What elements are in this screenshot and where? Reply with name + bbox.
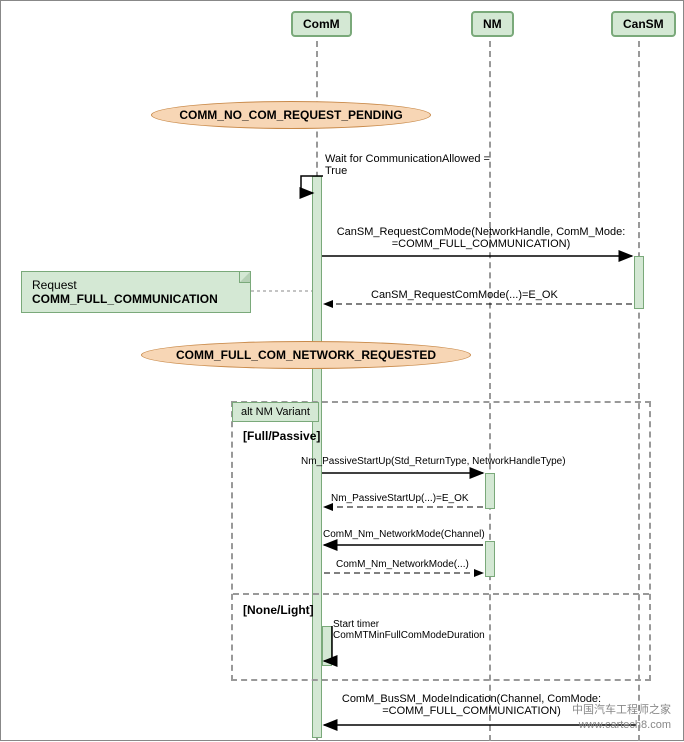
msg-req-mode: CanSM_RequestComMode(NetworkHandle, ComM… — [331, 226, 631, 250]
activation-cansm — [634, 256, 644, 309]
sequence-diagram: ComM NM CanSM COMM_NO_COM_REQUEST_PENDIN… — [0, 0, 684, 741]
participant-comm: ComM — [291, 11, 352, 37]
state-pending: COMM_NO_COM_REQUEST_PENDING — [151, 101, 431, 129]
msg-network-mode: ComM_Nm_NetworkMode(Channel) — [323, 529, 485, 540]
alt-title: alt NM Variant — [232, 402, 319, 422]
participant-nm: NM — [471, 11, 514, 37]
watermark-l2: www.cartech8.com — [572, 718, 671, 732]
msg-passive-startup: Nm_PassiveStartUp(Std_ReturnType, Networ… — [301, 456, 566, 467]
alt-separator — [233, 593, 649, 595]
note-line2: COMM_FULL_COMMUNICATION — [32, 292, 218, 306]
participant-cansm: CanSM — [611, 11, 676, 37]
note-line1: Request — [32, 278, 77, 292]
watermark: 中国汽车工程师之家 www.cartech8.com — [572, 703, 671, 732]
alt-guard-1: [Full/Passive] — [243, 429, 320, 443]
watermark-l1: 中国汽车工程师之家 — [572, 703, 671, 717]
note-request: Request COMM_FULL_COMMUNICATION — [21, 271, 251, 313]
msg-wait-label: Wait for CommunicationAllowed = True — [325, 153, 490, 177]
state-requested: COMM_FULL_COM_NETWORK_REQUESTED — [141, 341, 471, 369]
msg-network-mode-ret: ComM_Nm_NetworkMode(...) — [336, 559, 469, 570]
msg-req-mode-ret: CanSM_RequestComMode(...)=E_OK — [371, 289, 558, 301]
alt-guard-2: [None/Light] — [243, 603, 314, 617]
msg-start-timer: Start timer ComMTMinFullComModeDuration — [333, 619, 485, 641]
msg-passive-startup-ret: Nm_PassiveStartUp(...)=E_OK — [331, 493, 469, 504]
